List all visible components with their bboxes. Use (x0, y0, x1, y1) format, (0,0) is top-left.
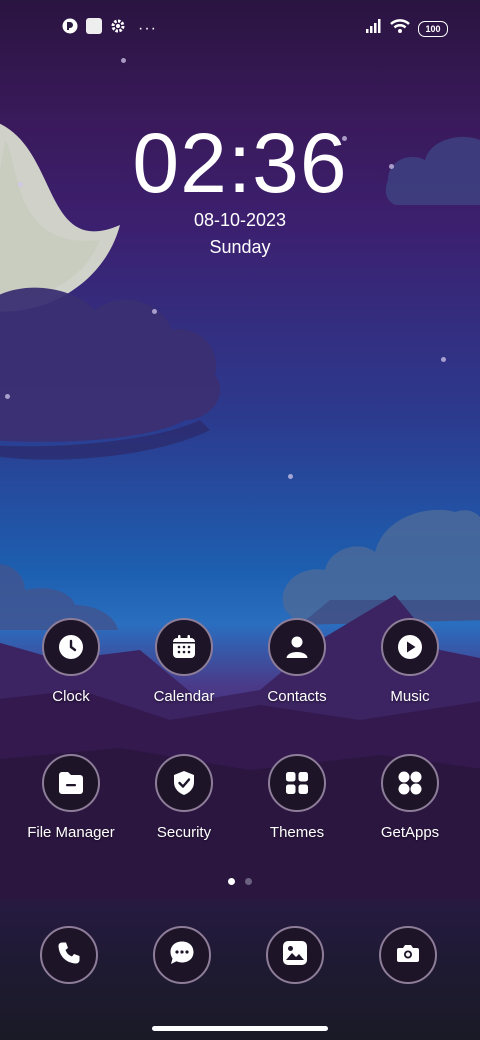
dock-messages[interactable] (153, 926, 211, 984)
app-file-manager[interactable]: File Manager (11, 754, 131, 841)
camera-icon (397, 944, 419, 967)
page-indicator (0, 878, 480, 885)
status-bar: ··· 100 (0, 0, 480, 56)
app-security[interactable]: Security (124, 754, 244, 841)
app-music[interactable]: Music (350, 618, 470, 705)
app-label: File Manager (27, 824, 115, 841)
clock-date: 08-10-2023 (193, 210, 287, 230)
settings-gear-icon (110, 18, 126, 39)
app-label: Music (390, 688, 430, 705)
clock-widget[interactable]: 02:36 08-10-2023 Sunday (0, 118, 480, 258)
home-gesture-bar[interactable] (152, 1026, 328, 1031)
battery-icon: 100 (418, 20, 448, 37)
app-calendar[interactable]: Calendar (124, 618, 244, 705)
shield-icon (155, 754, 213, 812)
app-label: Clock (52, 688, 90, 705)
messages-icon (169, 940, 195, 971)
square-notification-icon (86, 18, 102, 39)
status-bar-system: 100 (366, 18, 448, 39)
getapps-icon (381, 754, 439, 812)
calendar-icon (155, 618, 213, 676)
app-label: GetApps (380, 824, 440, 841)
wifi-icon (390, 18, 410, 39)
phone-icon (57, 941, 81, 970)
app-getapps[interactable]: GetApps (350, 754, 470, 841)
signal-icon (366, 19, 382, 38)
folder-icon (42, 754, 100, 812)
more-dots-icon: ··· (138, 19, 157, 37)
app-themes[interactable]: Themes (237, 754, 357, 841)
app-label: Security (156, 824, 212, 841)
app-label: Calendar (153, 688, 215, 705)
dock-gallery[interactable] (266, 926, 324, 984)
page-dot[interactable] (245, 878, 252, 885)
clock-time: 02:36 (132, 116, 348, 210)
app-label: Contacts (267, 688, 327, 705)
app-label: Themes (269, 824, 325, 841)
app-contacts[interactable]: Contacts (237, 618, 357, 705)
dock-camera[interactable] (379, 926, 437, 984)
app-notification-icon (62, 18, 78, 39)
dock-phone[interactable] (40, 926, 98, 984)
gallery-icon (282, 940, 308, 971)
clock-day: Sunday (209, 237, 271, 257)
contacts-icon (268, 618, 326, 676)
clock-icon (42, 618, 100, 676)
page-dot-active[interactable] (228, 878, 235, 885)
status-bar-notifications: ··· (62, 18, 157, 39)
music-play-icon (381, 618, 439, 676)
app-clock[interactable]: Clock (11, 618, 131, 705)
themes-grid-icon (268, 754, 326, 812)
